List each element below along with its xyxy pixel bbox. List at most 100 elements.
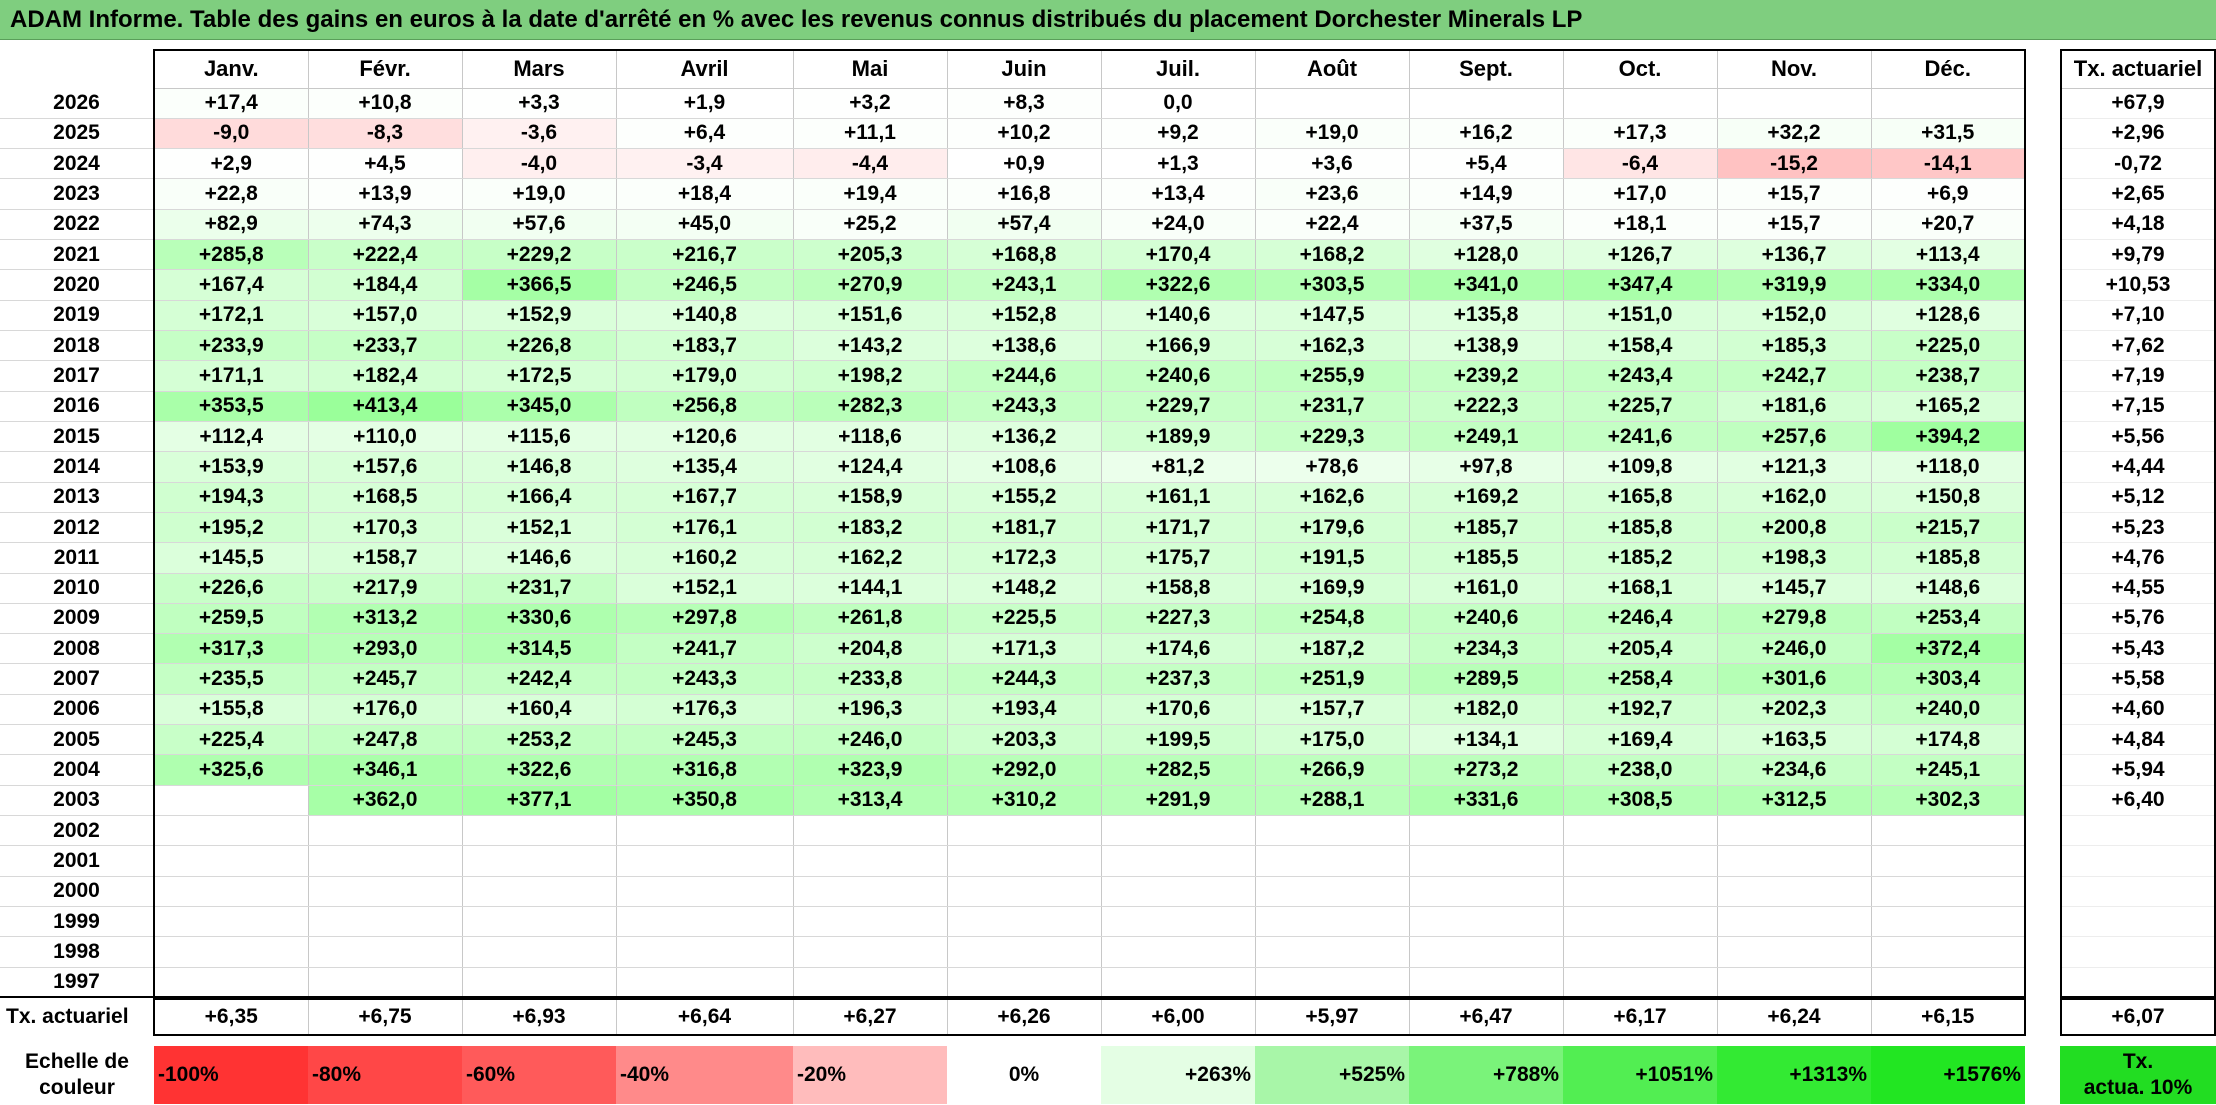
gain-cell: +163,5 <box>1716 724 1871 756</box>
gain-cell <box>615 906 793 938</box>
gain-cell <box>153 936 308 968</box>
year-row: 2008 +317,3 +293,0 +314,5 +241,7 +204,8 +171,3… <box>0 633 2026 665</box>
month-header-row: Janv. Févr. Mars Avril Mai Juin Juil. Août Sept.… <box>0 49 2026 89</box>
year-row: 1997 <box>0 967 2026 999</box>
year-label: 2003 <box>0 785 154 817</box>
gain-cell <box>1716 876 1871 907</box>
gain-cell: +172,5 <box>461 360 616 392</box>
gain-cell: +234,6 <box>1716 754 1871 786</box>
gain-cell: +20,7 <box>1870 209 2026 241</box>
gain-cell: +74,3 <box>307 209 462 241</box>
gain-cell: +285,8 <box>153 239 308 271</box>
year-label: 2006 <box>0 694 154 726</box>
gain-cell: +225,4 <box>153 724 308 756</box>
overall-rate: +6,07 <box>2060 998 2216 1036</box>
year-label: 2024 <box>0 148 154 180</box>
monthly-rate-cell: +6,35 <box>153 998 308 1036</box>
gain-cell: +350,8 <box>615 785 793 817</box>
gain-cell: +185,8 <box>1870 542 2026 574</box>
gain-cell: +158,4 <box>1562 330 1717 362</box>
gain-cell: +246,0 <box>792 724 947 756</box>
color-scale-step: -60% <box>462 1046 616 1104</box>
gain-cell: -8,3 <box>307 118 462 150</box>
gain-cell: +162,6 <box>1254 482 1409 513</box>
gain-cell: +144,1 <box>792 573 947 604</box>
monthly-rate-cell: +5,97 <box>1254 998 1409 1036</box>
gain-cell <box>792 815 947 847</box>
year-label: 2014 <box>0 451 154 483</box>
gain-cell: +150,8 <box>1870 482 2026 513</box>
gain-cell: +202,3 <box>1716 694 1871 726</box>
month-header: Janv. <box>153 49 308 89</box>
year-row: 2015 +112,4 +110,0 +115,6 +120,6 +118,6 +136,2… <box>0 421 2026 453</box>
monthly-rate-cell: +6,64 <box>615 998 793 1036</box>
year-row: 2022 +82,9 +74,3 +57,6 +45,0 +25,2 +57,4 +24,0 +… <box>0 209 2026 241</box>
gain-cell: +256,8 <box>615 391 793 422</box>
gain-cell <box>1408 845 1563 877</box>
gain-cell: +167,7 <box>615 482 793 513</box>
gain-cell: +394,2 <box>1870 421 2026 453</box>
gain-cell: +216,7 <box>615 239 793 271</box>
year-label: 2015 <box>0 421 154 453</box>
gain-cell <box>1100 906 1255 938</box>
gain-cell <box>307 845 462 877</box>
gain-cell <box>461 815 616 847</box>
gain-cell: +175,7 <box>1100 542 1255 574</box>
gain-cell: +226,6 <box>153 573 308 604</box>
year-label: 2005 <box>0 724 154 756</box>
gain-cell: +317,3 <box>153 633 308 665</box>
year-row: 2023 +22,8 +13,9 +19,0 +18,4 +19,4 +16,8 +13,4 +… <box>0 178 2026 210</box>
gain-cell: +312,5 <box>1716 785 1871 817</box>
gain-cell: +136,7 <box>1716 239 1871 271</box>
gain-cell: +229,2 <box>461 239 616 271</box>
year-label: 2012 <box>0 512 154 544</box>
year-label: 1999 <box>0 906 154 938</box>
gain-cell: +345,0 <box>461 391 616 422</box>
gain-cell: +6,4 <box>615 118 793 150</box>
monthly-rate-cell: +6,26 <box>946 998 1101 1036</box>
gain-cell: +169,2 <box>1408 482 1563 513</box>
gain-cell: +302,3 <box>1870 785 2026 817</box>
month-header: Juin <box>946 49 1101 89</box>
gain-cell <box>1254 876 1409 907</box>
color-scale-label: Echelle de couleur <box>0 1046 154 1104</box>
gain-cell <box>1562 845 1717 877</box>
gain-cell: +23,6 <box>1254 178 1409 210</box>
monthly-rate-cell: +6,93 <box>461 998 616 1036</box>
gain-cell <box>615 815 793 847</box>
gain-cell: +162,3 <box>1254 330 1409 362</box>
year-row: 2024 +2,9 +4,5 -4,0 -3,4 -4,4 +0,9 +1,3 +3,6 +5,4… <box>0 148 2026 180</box>
gain-cell <box>792 845 947 877</box>
gain-cell: +233,7 <box>307 330 462 362</box>
gain-cell: +37,5 <box>1408 209 1563 241</box>
color-scale-label-line1: Echelle de <box>25 1050 129 1073</box>
gain-cell <box>1254 936 1409 968</box>
annual-rate-cell <box>2060 906 2216 938</box>
gain-cell: +167,4 <box>153 269 308 301</box>
gain-cell: +185,8 <box>1562 512 1717 544</box>
gain-cell <box>1408 936 1563 968</box>
year-label: 2019 <box>0 300 154 332</box>
gain-cell: +170,3 <box>307 512 462 544</box>
gain-cell: -9,0 <box>153 118 308 150</box>
year-row: 2013 +194,3 +168,5 +166,4 +167,7 +158,9 +155,2… <box>0 482 2026 513</box>
gain-cell: +241,7 <box>615 633 793 665</box>
gain-cell: +5,4 <box>1408 148 1563 180</box>
gain-cell <box>792 936 947 968</box>
year-label: 2000 <box>0 876 154 907</box>
gain-cell: +152,8 <box>946 300 1101 332</box>
gain-cell: +120,6 <box>615 421 793 453</box>
gain-cell: +293,0 <box>307 633 462 665</box>
gain-cell: +258,4 <box>1562 663 1717 695</box>
gain-cell: +240,0 <box>1870 694 2026 726</box>
gain-cell: +0,9 <box>946 148 1101 180</box>
annual-rate-cell: +2,65 <box>2060 178 2216 210</box>
color-scale-step: -100% <box>154 1046 308 1104</box>
gain-cell: +222,3 <box>1408 391 1563 422</box>
gain-cell: +124,4 <box>792 451 947 483</box>
gain-cell: +157,7 <box>1254 694 1409 726</box>
gain-cell: +334,0 <box>1870 269 2026 301</box>
gain-cell: +168,2 <box>1254 239 1409 271</box>
gain-cell: +19,4 <box>792 178 947 210</box>
monthly-rate-cell: +6,17 <box>1562 998 1717 1036</box>
